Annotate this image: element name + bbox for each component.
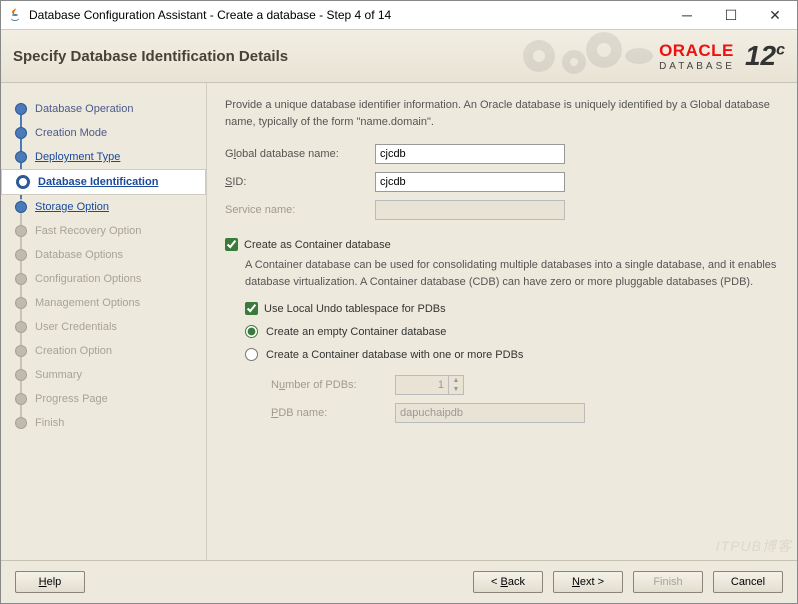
- step-finish: Finish: [15, 411, 198, 435]
- num-pdbs-input: [395, 375, 449, 395]
- window-title: Database Configuration Assistant - Creat…: [29, 8, 665, 22]
- global-db-name-label: Global database name:: [225, 148, 375, 160]
- radio-with-pdbs-label: Create a Container database with one or …: [266, 349, 523, 361]
- sid-label: SID:: [225, 176, 375, 188]
- brand-oracle: ORACLE: [659, 41, 734, 61]
- step-storage-option[interactable]: Storage Option: [15, 195, 198, 219]
- step-creation-mode: Creation Mode: [15, 121, 198, 145]
- radio-with-pdbs[interactable]: [245, 348, 258, 361]
- pdb-name-label: PDB name:: [271, 407, 395, 419]
- sid-input[interactable]: [375, 172, 565, 192]
- brand-database: DATABASE: [659, 61, 735, 72]
- create-container-checkbox[interactable]: [225, 238, 238, 251]
- local-undo-checkbox[interactable]: [245, 302, 258, 315]
- global-db-name-input[interactable]: [375, 144, 565, 164]
- container-desc: A Container database can be used for con…: [245, 257, 781, 290]
- header: Specify Database Identification Details …: [1, 30, 797, 83]
- service-name-input: [375, 200, 565, 220]
- radio-empty-container[interactable]: [245, 325, 258, 338]
- back-button[interactable]: < Back: [473, 571, 543, 593]
- step-management-options: Management Options: [15, 291, 198, 315]
- cancel-button[interactable]: Cancel: [713, 571, 783, 593]
- num-pdbs-label: Number of PDBs:: [271, 379, 395, 391]
- spinner-down-icon: ▼: [449, 385, 463, 394]
- local-undo-label: Use Local Undo tablespace for PDBs: [264, 303, 446, 315]
- create-container-label: Create as Container database: [244, 239, 391, 251]
- num-pdbs-spinner: ▲▼: [449, 375, 464, 395]
- close-button[interactable]: ✕: [753, 1, 797, 29]
- brand-version: 12c: [745, 40, 785, 72]
- step-database-identification[interactable]: Database Identification: [1, 169, 206, 195]
- step-progress-page: Progress Page: [15, 387, 198, 411]
- sidebar: Database Operation Creation Mode Deploym…: [1, 83, 206, 560]
- next-button[interactable]: Next >: [553, 571, 623, 593]
- java-icon: [7, 7, 23, 23]
- titlebar: Database Configuration Assistant - Creat…: [1, 1, 797, 30]
- gears-graphic: [509, 32, 659, 80]
- page-title: Specify Database Identification Details: [13, 48, 509, 65]
- step-creation-option: Creation Option: [15, 339, 198, 363]
- finish-button: Finish: [633, 571, 703, 593]
- step-summary: Summary: [15, 363, 198, 387]
- step-deployment-type[interactable]: Deployment Type: [15, 145, 198, 169]
- brand: ORACLE DATABASE 12c: [659, 40, 785, 72]
- footer: Help < Back Next > Finish Cancel: [1, 560, 797, 603]
- step-database-options: Database Options: [15, 243, 198, 267]
- radio-empty-label: Create an empty Container database: [266, 326, 446, 338]
- step-user-credentials: User Credentials: [15, 315, 198, 339]
- pdb-name-input: [395, 403, 585, 423]
- step-fast-recovery-option: Fast Recovery Option: [15, 219, 198, 243]
- watermark: ITPUB博客: [716, 536, 792, 556]
- content: Provide a unique database identifier inf…: [206, 83, 797, 560]
- step-database-operation: Database Operation: [15, 97, 198, 121]
- intro-text: Provide a unique database identifier inf…: [225, 97, 781, 130]
- step-configuration-options: Configuration Options: [15, 267, 198, 291]
- maximize-button[interactable]: ☐: [709, 1, 753, 29]
- minimize-button[interactable]: ─: [665, 1, 709, 29]
- help-button[interactable]: Help: [15, 571, 85, 593]
- service-name-label: Service name:: [225, 204, 375, 216]
- spinner-up-icon: ▲: [449, 376, 463, 385]
